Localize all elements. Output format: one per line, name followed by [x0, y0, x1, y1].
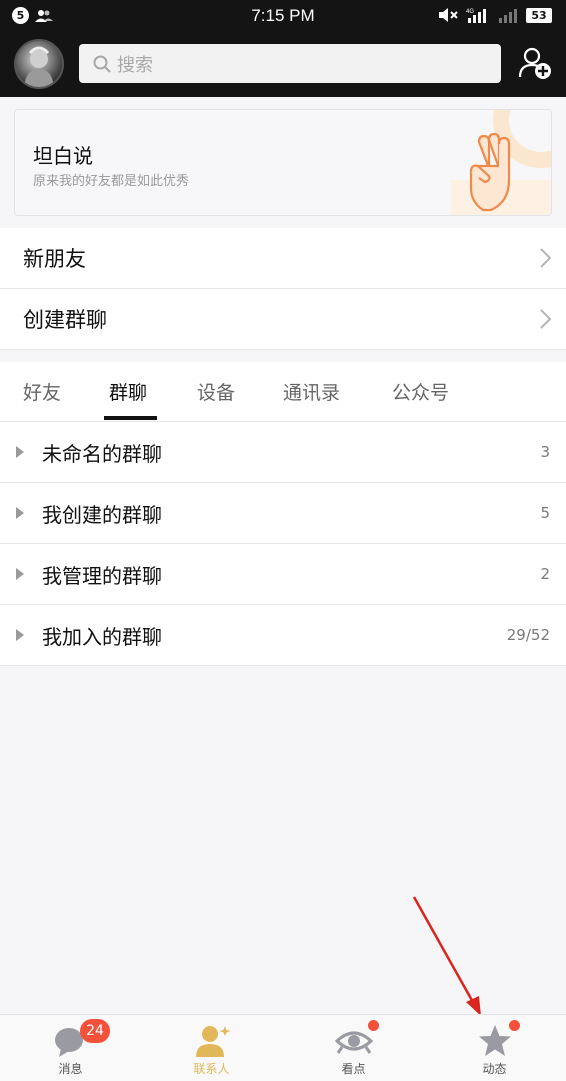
contact-person-icon [195, 1026, 230, 1057]
list-item[interactable]: 我管理的群聊 2 [0, 544, 566, 605]
group-count: 2 [540, 565, 550, 583]
list-item[interactable]: 未命名的群聊 3 [0, 422, 566, 483]
group-category-label: 我加入的群聊 [42, 625, 162, 649]
status-bar: 5 7:15 PM 4G 53 [0, 0, 566, 32]
tab-official-accounts[interactable]: 公众号 [392, 378, 449, 405]
group-count: 29/52 [506, 626, 550, 644]
bottom-nav: 24 消息 联系人 看点 动态 [0, 1014, 566, 1081]
nav-dynamic-label: 动态 [482, 1062, 507, 1076]
signal-icon: 4G [466, 9, 486, 23]
banner-section: 坦白说 原来我的好友都是如此优秀 [0, 97, 566, 228]
search-input[interactable]: 搜索 [79, 44, 501, 83]
battery-icon: 53 [526, 7, 552, 23]
create-group-row[interactable]: 创建群聊 [0, 289, 566, 350]
tab-address-book[interactable]: 通讯录 [283, 378, 340, 405]
active-tab-indicator [104, 416, 157, 420]
status-right: 4G 53 [438, 7, 552, 23]
avatar[interactable] [14, 39, 64, 89]
create-group-label: 创建群聊 [23, 308, 107, 332]
nav-messages[interactable]: 24 消息 [0, 1015, 141, 1081]
expand-triangle-icon [16, 568, 24, 580]
quick-actions: 新朋友 创建群聊 [0, 228, 566, 350]
eye-icon [334, 1031, 373, 1054]
nav-contacts[interactable]: 联系人 [141, 1015, 282, 1081]
new-friends-label: 新朋友 [23, 247, 86, 271]
search-placeholder: 搜索 [117, 54, 153, 76]
network-label: 4G [466, 9, 474, 15]
chevron-right-icon [540, 309, 551, 329]
star-icon [478, 1025, 511, 1056]
tab-devices[interactable]: 设备 [197, 378, 235, 405]
signal-weak-icon [499, 9, 517, 23]
chevron-right-icon [540, 248, 551, 268]
expand-triangle-icon [16, 507, 24, 519]
banner-subtitle: 原来我的好友都是如此优秀 [33, 174, 190, 189]
group-category-label: 我创建的群聊 [42, 503, 162, 527]
nav-messages-label: 消息 [58, 1062, 83, 1076]
notification-dot [368, 1020, 379, 1031]
top-header: 搜索 [0, 32, 566, 97]
add-friend-icon[interactable] [518, 46, 552, 80]
expand-triangle-icon [16, 446, 24, 458]
group-list: 未命名的群聊 3 我创建的群聊 5 我管理的群聊 2 我加入的群聊 29/52 [0, 422, 566, 666]
nav-contacts-label: 联系人 [193, 1062, 230, 1076]
group-count: 3 [540, 443, 550, 461]
contact-tabs: 好友 群聊 设备 通讯录 公众号 [0, 362, 566, 422]
tab-friends[interactable]: 好友 [23, 378, 61, 405]
tanbaishuo-banner[interactable]: 坦白说 原来我的好友都是如此优秀 [14, 109, 552, 216]
list-item[interactable]: 我加入的群聊 29/52 [0, 605, 566, 666]
mute-icon [439, 8, 458, 22]
hand-gesture-icon [451, 110, 551, 215]
tab-groups[interactable]: 群聊 [109, 378, 147, 405]
unread-badge: 24 [80, 1019, 110, 1043]
list-item[interactable]: 我创建的群聊 5 [0, 483, 566, 544]
expand-triangle-icon [16, 629, 24, 641]
avatar-image [24, 46, 54, 87]
new-friends-row[interactable]: 新朋友 [0, 228, 566, 289]
nav-kandian-label: 看点 [341, 1062, 366, 1076]
notification-dot [509, 1020, 520, 1031]
group-category-label: 我管理的群聊 [42, 564, 162, 588]
group-category-label: 未命名的群聊 [42, 442, 162, 466]
nav-dynamic[interactable]: 动态 [424, 1015, 565, 1081]
banner-title: 坦白说 [33, 144, 93, 168]
nav-kandian[interactable]: 看点 [283, 1015, 424, 1081]
group-count: 5 [540, 504, 550, 522]
search-icon [93, 55, 111, 73]
